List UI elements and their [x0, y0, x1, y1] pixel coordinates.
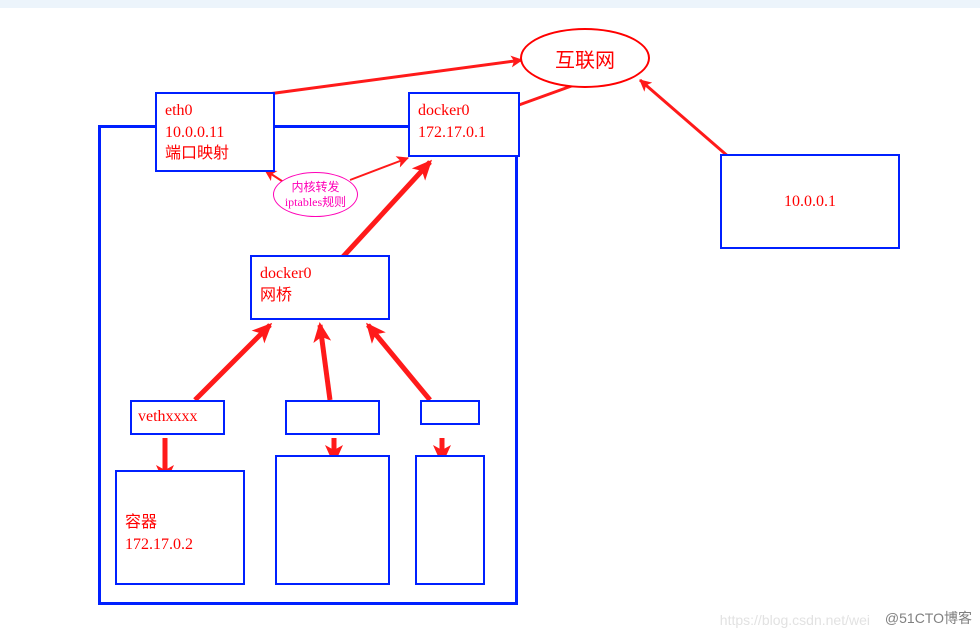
container-ip: 172.17.0.2 — [125, 534, 235, 556]
diagram-canvas: 互联网 eth0 10.0.0.11 端口映射 docker0 172.17.0… — [0, 0, 980, 636]
veth-box-3 — [420, 400, 480, 425]
eth0-portmap: 端口映射 — [165, 143, 265, 165]
container-box-3 — [415, 455, 485, 585]
internet-label: 互联网 — [555, 44, 615, 73]
docker0-bridge-type: 网桥 — [260, 285, 380, 307]
container-name: 容器 — [125, 512, 235, 534]
eth0-ip: 10.0.0.11 — [165, 122, 265, 144]
docker0-top-ip: 172.17.0.1 — [418, 122, 510, 144]
internet-node: 互联网 — [520, 28, 650, 88]
eth0-name: eth0 — [165, 100, 265, 122]
container-box-2 — [275, 455, 390, 585]
kernel-ellipse: 内核转发 iptables规则 — [273, 172, 358, 217]
veth-box-2 — [285, 400, 380, 435]
watermark-dark: @51CTO博客 — [885, 608, 972, 628]
veth-box-1: vethxxxx — [130, 400, 225, 435]
kernel-line2: iptables规则 — [285, 195, 346, 209]
gateway-box: 10.0.0.1 — [720, 154, 900, 249]
docker0-top-name: docker0 — [418, 100, 510, 122]
docker0-bridge-name: docker0 — [260, 263, 380, 285]
watermark-faint: https://blog.csdn.net/wei — [720, 612, 870, 628]
eth0-box: eth0 10.0.0.11 端口映射 — [155, 92, 275, 172]
kernel-line1: 内核转发 — [285, 180, 346, 194]
container-box-1: 容器 172.17.0.2 — [115, 470, 245, 585]
docker0-top-box: docker0 172.17.0.1 — [408, 92, 520, 157]
gateway-ip: 10.0.0.1 — [784, 191, 836, 213]
docker0-bridge-box: docker0 网桥 — [250, 255, 390, 320]
veth-label: vethxxxx — [138, 408, 198, 425]
